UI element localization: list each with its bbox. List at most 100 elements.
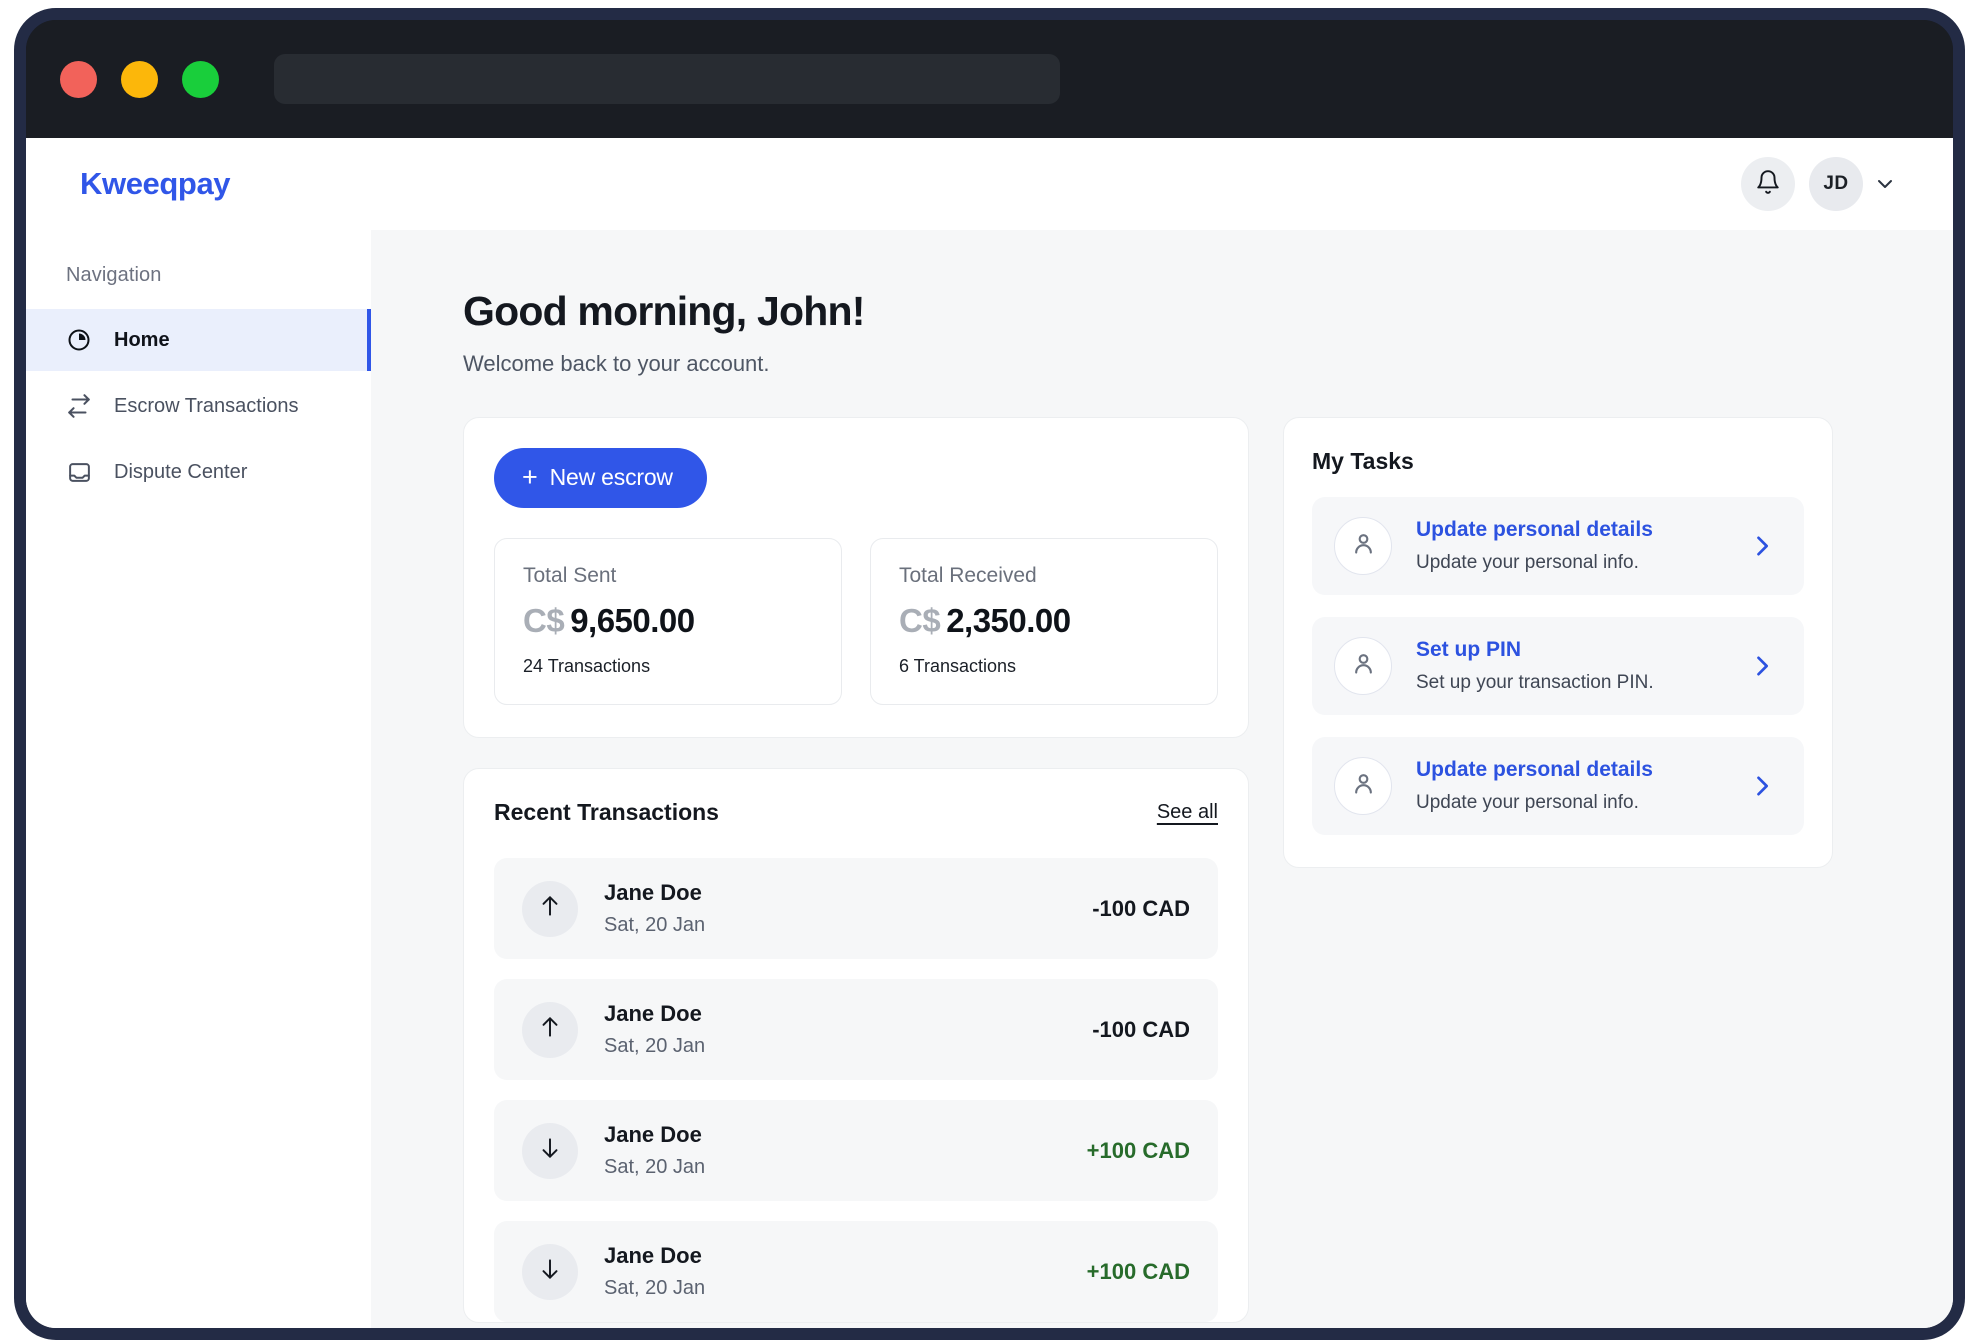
right-column: My Tasks Update personal details Update … xyxy=(1283,417,1833,868)
browser-window: Kweeqpay JD Navigation Home Escrow Trans… xyxy=(14,8,1965,1340)
task-avatar xyxy=(1334,637,1392,695)
chevron-down-icon[interactable] xyxy=(1869,172,1901,196)
notifications-button[interactable] xyxy=(1741,157,1795,211)
transaction-info: Jane Doe Sat, 20 Jan xyxy=(604,1122,1087,1179)
transaction-avatar xyxy=(522,1243,578,1300)
avatar[interactable]: JD xyxy=(1809,157,1863,211)
transaction-date: Sat, 20 Jan xyxy=(604,1277,706,1299)
clock-pie-icon xyxy=(66,327,92,353)
task-item[interactable]: Update personal details Update your pers… xyxy=(1312,737,1804,835)
stat-card-total-sent: Total Sent C$ 9,650.00 24 Transactions xyxy=(494,538,842,705)
minimize-window-button[interactable] xyxy=(121,60,158,98)
stat-label: Total Received xyxy=(899,564,1037,587)
browser-title-bar xyxy=(26,20,1953,138)
maximize-window-button[interactable] xyxy=(182,60,219,98)
task-avatar xyxy=(1334,757,1392,815)
page-subtitle: Welcome back to your account. xyxy=(463,351,770,376)
transaction-row[interactable]: Jane Doe Sat, 20 Jan -100 CAD xyxy=(494,979,1218,1080)
stat-amount: C$ 9,650.00 xyxy=(523,602,813,640)
task-description: Update your personal info. xyxy=(1416,552,1639,573)
transaction-avatar xyxy=(522,1001,578,1058)
application-viewport: Kweeqpay JD Navigation Home Escrow Trans… xyxy=(26,138,1953,1328)
recent-transactions-card: Recent Transactions See all Jane Doe Sat… xyxy=(463,768,1249,1323)
chevron-right-icon[interactable] xyxy=(1748,652,1782,680)
transaction-amount: +100 CAD xyxy=(1086,1137,1190,1163)
task-description: Update your personal info. xyxy=(1416,792,1639,813)
new-escrow-button[interactable]: + New escrow xyxy=(494,448,707,508)
task-title: Update personal details xyxy=(1416,758,1653,781)
transaction-date: Sat, 20 Jan xyxy=(604,1156,706,1178)
sidebar-item-home[interactable]: Home xyxy=(26,309,371,371)
header-actions: JD xyxy=(1741,157,1901,211)
sidebar-item-escrow-transactions[interactable]: Escrow Transactions xyxy=(26,375,371,437)
transaction-info: Jane Doe Sat, 20 Jan xyxy=(604,880,1092,937)
stat-card-total-received: Total Received C$ 2,350.00 6 Transactions xyxy=(870,538,1218,705)
chevron-right-icon[interactable] xyxy=(1748,772,1782,800)
see-all-link[interactable]: See all xyxy=(1157,801,1218,824)
left-column: + New escrow Total Sent C$ 9,650.00 24 Tr… xyxy=(463,417,1249,1323)
currency-symbol: C$ xyxy=(523,602,565,639)
task-info: Update personal details Update your pers… xyxy=(1416,758,1748,814)
sidebar-item-label: Escrow Transactions xyxy=(114,394,299,417)
sidebar-item-dispute-center[interactable]: Dispute Center xyxy=(26,441,371,503)
transaction-name: Jane Doe xyxy=(604,1001,702,1026)
transaction-amount: -100 CAD xyxy=(1092,1016,1190,1042)
page-title: Good morning, John! xyxy=(463,288,865,334)
transaction-info: Jane Doe Sat, 20 Jan xyxy=(604,1001,1092,1058)
task-description: Set up your transaction PIN. xyxy=(1416,672,1654,693)
user-icon xyxy=(1350,770,1377,802)
main-content: Good morning, John! Welcome back to your… xyxy=(371,230,1953,1328)
task-title: Set up PIN xyxy=(1416,638,1522,661)
task-item[interactable]: Set up PIN Set up your transaction PIN. xyxy=(1312,617,1804,715)
address-bar[interactable] xyxy=(274,54,1060,104)
user-icon xyxy=(1350,530,1377,562)
transaction-name: Jane Doe xyxy=(604,880,702,905)
brand-logo[interactable]: Kweeqpay xyxy=(66,166,231,202)
transaction-info: Jane Doe Sat, 20 Jan xyxy=(604,1243,1087,1300)
transaction-row[interactable]: Jane Doe Sat, 20 Jan +100 CAD xyxy=(494,1221,1218,1322)
amount-value: 9,650.00 xyxy=(570,602,695,639)
app-body: Navigation Home Escrow Transactions Disp… xyxy=(26,230,1953,1328)
account-menu[interactable]: JD xyxy=(1809,157,1901,211)
arrow-down-icon xyxy=(537,1256,563,1287)
arrow-up-icon xyxy=(537,893,563,924)
section-title: My Tasks xyxy=(1312,448,1414,474)
new-escrow-label: New escrow xyxy=(549,464,673,490)
transaction-name: Jane Doe xyxy=(604,1122,702,1147)
summary-card: + New escrow Total Sent C$ 9,650.00 24 Tr… xyxy=(463,417,1249,738)
recent-transactions-header: Recent Transactions See all xyxy=(494,799,1218,838)
traffic-lights xyxy=(60,60,219,98)
content-grid: + New escrow Total Sent C$ 9,650.00 24 Tr… xyxy=(463,417,1893,1323)
transaction-amount: -100 CAD xyxy=(1092,895,1190,921)
transaction-row[interactable]: Jane Doe Sat, 20 Jan +100 CAD xyxy=(494,1100,1218,1201)
transaction-date: Sat, 20 Jan xyxy=(604,1035,706,1057)
task-item[interactable]: Update personal details Update your pers… xyxy=(1312,497,1804,595)
sidebar-item-label: Home xyxy=(114,328,170,351)
exchange-arrows-icon xyxy=(66,393,92,419)
stat-amount: C$ 2,350.00 xyxy=(899,602,1189,640)
arrow-up-icon xyxy=(537,1014,563,1045)
sidebar: Navigation Home Escrow Transactions Disp… xyxy=(26,230,371,1328)
transaction-avatar xyxy=(522,880,578,937)
stat-count: 24 Transactions xyxy=(523,656,651,676)
chevron-right-icon[interactable] xyxy=(1748,532,1782,560)
transaction-amount: +100 CAD xyxy=(1086,1258,1190,1284)
plus-icon: + xyxy=(522,462,538,492)
transaction-avatar xyxy=(522,1122,578,1179)
app-header: Kweeqpay JD xyxy=(26,138,1953,230)
close-window-button[interactable] xyxy=(60,60,97,98)
amount-value: 2,350.00 xyxy=(946,602,1071,639)
nav-section-heading: Navigation xyxy=(66,264,162,286)
stat-count: 6 Transactions xyxy=(899,656,1017,676)
section-title: Recent Transactions xyxy=(494,799,719,825)
bell-icon xyxy=(1755,169,1781,200)
my-tasks-card: My Tasks Update personal details Update … xyxy=(1283,417,1833,868)
user-icon xyxy=(1350,650,1377,682)
task-info: Update personal details Update your pers… xyxy=(1416,518,1748,574)
transaction-row[interactable]: Jane Doe Sat, 20 Jan -100 CAD xyxy=(494,858,1218,959)
task-info: Set up PIN Set up your transaction PIN. xyxy=(1416,638,1748,694)
sidebar-item-label: Dispute Center xyxy=(114,460,248,483)
arrow-down-icon xyxy=(537,1135,563,1166)
stats-row: Total Sent C$ 9,650.00 24 Transactions To… xyxy=(494,538,1218,705)
stat-label: Total Sent xyxy=(523,564,617,587)
